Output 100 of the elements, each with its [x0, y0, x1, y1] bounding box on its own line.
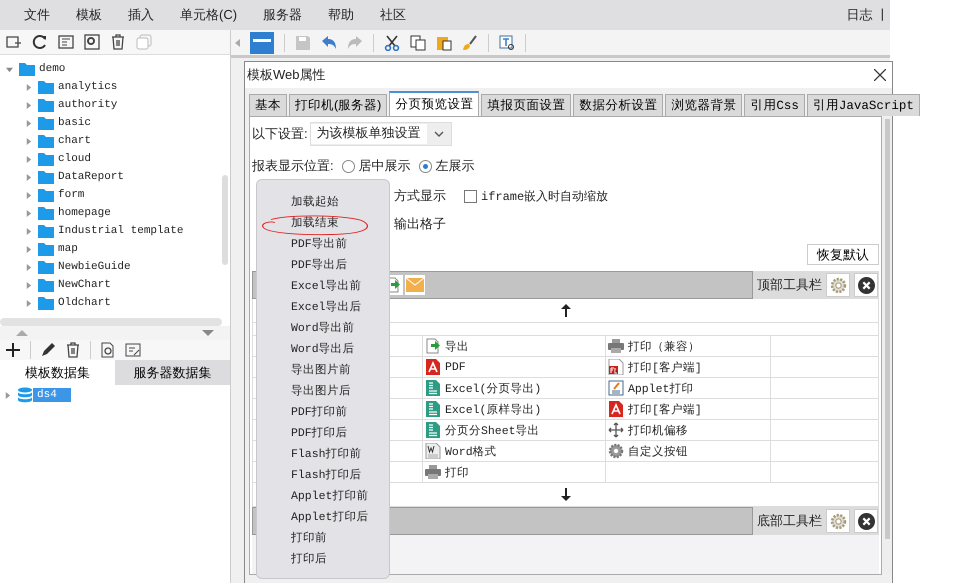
- toolbar-button-option[interactable]: 打印[客户端]: [628, 360, 702, 374]
- menu-item[interactable]: 帮助: [328, 6, 354, 24]
- tree-item[interactable]: Oldchart: [58, 297, 111, 309]
- expand-arrow-icon[interactable]: [25, 210, 32, 216]
- collapse-arrow-icon[interactable]: [6, 66, 13, 72]
- copy-icon[interactable]: [410, 34, 426, 50]
- menu-item[interactable]: Excel导出后: [291, 297, 362, 318]
- tree-item[interactable]: NewbieGuide: [58, 261, 131, 273]
- menu-item[interactable]: 加载起始: [291, 192, 339, 213]
- menu-item[interactable]: Word导出前: [291, 318, 355, 339]
- tab[interactable]: 浏览器背景: [665, 94, 742, 116]
- toolbar-button-option[interactable]: 自定义按钮: [628, 444, 688, 458]
- expand-arrow-icon[interactable]: [25, 102, 32, 108]
- brush-icon[interactable]: [462, 34, 478, 50]
- close-button[interactable]: [854, 509, 878, 533]
- add-folder-icon[interactable]: [6, 34, 22, 50]
- tab[interactable]: 引用Css: [744, 94, 805, 116]
- expand-arrow-icon[interactable]: [25, 84, 32, 90]
- tab[interactable]: 打印机(服务器): [289, 94, 388, 116]
- checkbox-label[interactable]: iframe嵌入时自动缩放: [481, 188, 608, 204]
- tree-item[interactable]: analytics: [58, 81, 118, 93]
- toolbar-button-option[interactable]: 打印（兼容）: [628, 338, 700, 354]
- checkbox[interactable]: [464, 190, 477, 202]
- expand-arrow-icon[interactable]: [25, 246, 32, 252]
- menu-item[interactable]: Applet打印前: [291, 486, 368, 507]
- down-arrow-icon[interactable]: [560, 488, 570, 501]
- menu-item[interactable]: Flash打印前: [291, 444, 362, 465]
- tree-item[interactable]: basic: [58, 117, 92, 129]
- menu-item[interactable]: 文件: [24, 6, 50, 24]
- close-button[interactable]: [854, 273, 878, 297]
- expand-arrow-icon[interactable]: [25, 300, 32, 306]
- menu-item[interactable]: 打印后: [291, 549, 327, 570]
- menu-item[interactable]: 社区: [380, 6, 406, 24]
- tree-item[interactable]: form: [58, 189, 84, 201]
- collapse-arrow-icon[interactable]: [235, 38, 240, 46]
- header-link[interactable]: 日志: [846, 6, 873, 24]
- settings-dropdown[interactable]: 为该模板单独设置: [310, 122, 452, 146]
- toolbar-button-option[interactable]: 导出: [445, 338, 469, 354]
- edit-dataset-icon[interactable]: [125, 342, 141, 358]
- expand-arrow-icon[interactable]: [25, 138, 32, 144]
- toolbar-button-option[interactable]: PDF: [445, 360, 466, 374]
- reset-button[interactable]: 恢复默认: [807, 244, 879, 265]
- tree-item[interactable]: NewChart: [58, 279, 111, 291]
- menu-item[interactable]: Applet打印后: [291, 507, 368, 528]
- radio-button[interactable]: [418, 160, 432, 172]
- refresh-icon[interactable]: [32, 34, 48, 50]
- expand-arrow-icon[interactable]: [25, 120, 32, 126]
- preview-icon[interactable]: [100, 342, 116, 358]
- menu-item[interactable]: 服务器: [263, 6, 302, 24]
- dataset-tab[interactable]: 服务器数据集: [115, 360, 230, 385]
- toolbar-button-option[interactable]: 打印: [445, 464, 469, 480]
- text-preview-icon[interactable]: [499, 34, 515, 50]
- menu-item[interactable]: 模板: [76, 6, 102, 24]
- menu-item[interactable]: PDF打印前: [291, 402, 348, 423]
- scrollbar[interactable]: [0, 318, 222, 326]
- tree-item[interactable]: demo: [39, 63, 66, 75]
- tree-item[interactable]: chart: [58, 135, 92, 147]
- toolbar-button-option[interactable]: Applet打印: [628, 380, 694, 396]
- tab[interactable]: 基本: [249, 94, 287, 116]
- radio-label[interactable]: 左展示: [436, 157, 475, 175]
- scrollbar[interactable]: [222, 175, 228, 265]
- menu-item[interactable]: Flash打印后: [291, 465, 362, 486]
- expand-arrow-icon[interactable]: [25, 228, 32, 234]
- delete-icon[interactable]: [110, 34, 126, 50]
- add-icon[interactable]: [5, 342, 21, 358]
- menu-item[interactable]: 单元格(C): [180, 6, 238, 24]
- expand-arrow-icon[interactable]: [25, 282, 32, 288]
- scrollbar[interactable]: [885, 119, 890, 539]
- document-icon[interactable]: [58, 34, 74, 50]
- tree-item[interactable]: DataReport: [58, 171, 124, 183]
- radio-label[interactable]: 居中展示: [358, 157, 411, 175]
- tree-item[interactable]: cloud: [58, 153, 92, 165]
- tree-item[interactable]: authority: [58, 99, 118, 111]
- expand-arrow-icon[interactable]: [25, 264, 32, 270]
- menu-item[interactable]: 加载结束: [291, 213, 339, 234]
- toolbar-button-option[interactable]: 打印[客户端]: [628, 402, 702, 416]
- expand-arrow-icon[interactable]: [25, 192, 32, 198]
- menu-item[interactable]: PDF导出后: [291, 255, 348, 276]
- menu-item[interactable]: Excel导出前: [291, 276, 362, 297]
- tree-item[interactable]: Industrial template: [58, 225, 184, 237]
- paste-icon[interactable]: [436, 34, 452, 50]
- menu-item[interactable]: 插入: [128, 6, 154, 24]
- menu-item[interactable]: Word导出后: [291, 339, 355, 360]
- tab[interactable]: 引用JavaScript: [806, 94, 920, 116]
- edit-icon[interactable]: [40, 342, 56, 358]
- tab[interactable]: 填报页面设置: [481, 94, 572, 116]
- menu-item[interactable]: 导出图片后: [291, 381, 351, 402]
- menu-item[interactable]: PDF导出前: [291, 234, 348, 255]
- up-arrow-icon[interactable]: [560, 304, 570, 317]
- expand-arrow-icon[interactable]: [4, 392, 11, 398]
- menu-item[interactable]: PDF打印后: [291, 423, 348, 444]
- toolbar-button-option[interactable]: Word格式: [445, 444, 497, 458]
- menu-item[interactable]: 导出图片前: [291, 360, 351, 381]
- header-link[interactable]: |: [880, 6, 884, 24]
- tree-item[interactable]: map: [58, 243, 78, 255]
- tab[interactable]: 分页预览设置: [389, 91, 480, 116]
- tree-item[interactable]: homepage: [58, 207, 111, 219]
- toolbar-button-option[interactable]: 打印机偏移: [628, 422, 688, 438]
- undo-icon[interactable]: [321, 34, 337, 50]
- cut-icon[interactable]: [384, 34, 400, 50]
